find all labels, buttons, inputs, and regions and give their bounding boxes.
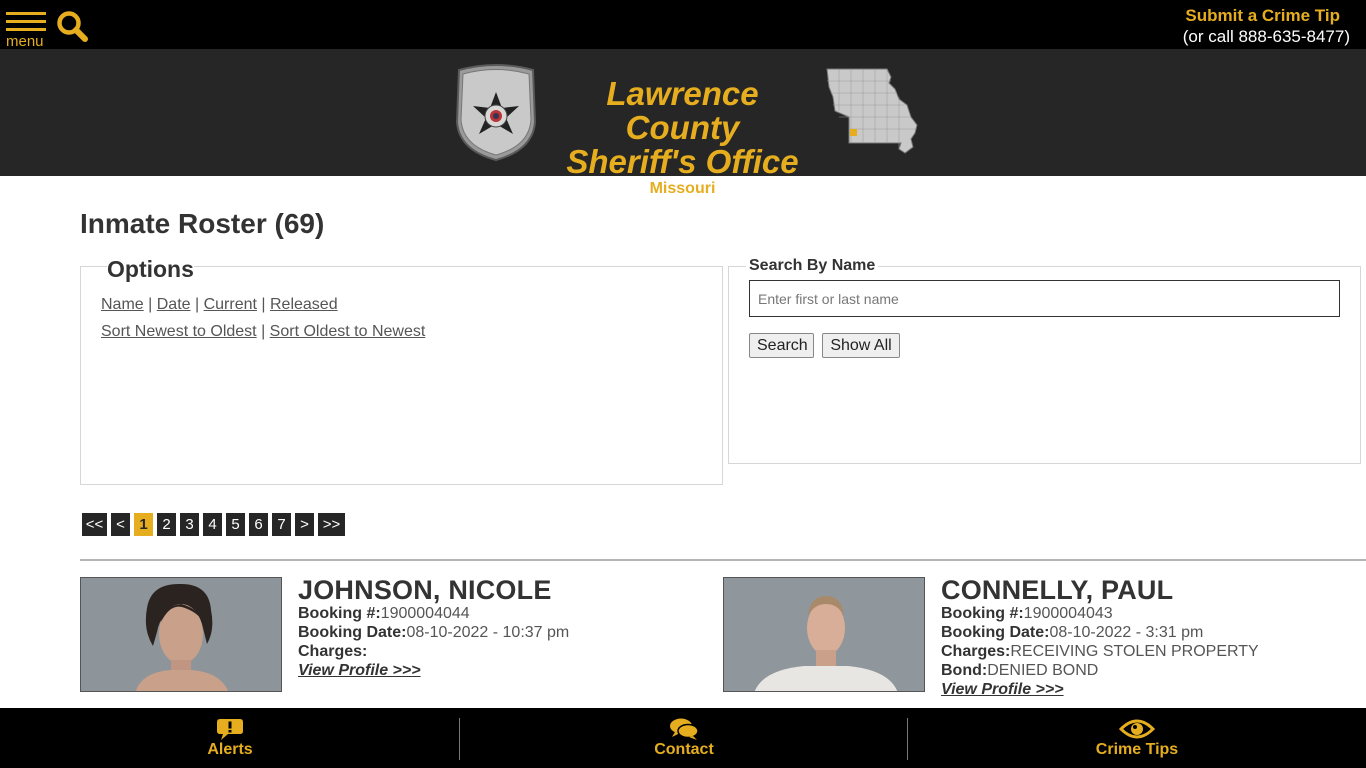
booking-date-label: Booking Date: (298, 624, 407, 641)
menu-label: menu (6, 33, 44, 50)
search-legend: Search By Name (746, 257, 879, 275)
hamburger-icon (6, 12, 46, 15)
sort-newest-link[interactable]: Sort Newest to Oldest (101, 323, 257, 340)
mugshot-image (724, 578, 924, 691)
options-legend: Options (107, 256, 194, 283)
link-separator: | (190, 296, 204, 313)
page-7[interactable]: 7 (272, 513, 291, 536)
crime-tip-phone: (or call 888-635-8477) (1182, 27, 1350, 46)
booking-date-label: Booking Date: (941, 624, 1050, 641)
page-first[interactable]: << (82, 513, 107, 536)
submit-crime-tip-link[interactable]: Submit a Crime Tip (1183, 6, 1350, 26)
booking-number: 1900004043 (1023, 605, 1113, 622)
booking-number-label: Booking #: (941, 605, 1024, 622)
link-separator: | (143, 296, 157, 313)
crime-tip-header: Submit a Crime Tip (or call 888-635-8477… (1183, 6, 1350, 48)
page-prev[interactable]: < (111, 513, 130, 536)
site-state: Missouri (649, 180, 716, 197)
top-bar: menu Submit a Crime Tip (or call 888-635… (0, 0, 1366, 50)
chat-bubbles-icon (670, 718, 699, 740)
eye-icon (1119, 719, 1155, 739)
sort-links: Sort Newest to Oldest | Sort Oldest to N… (101, 323, 425, 341)
booking-date: 08-10-2022 - 3:31 pm (1049, 624, 1204, 641)
hamburger-icon-bar (6, 28, 46, 31)
page-title: Inmate Roster (69) (80, 208, 325, 239)
sheriff-badge-logo (455, 64, 537, 162)
page-next[interactable]: > (295, 513, 314, 536)
missouri-map-icon (826, 68, 918, 154)
site-banner: Lawrence County Sheriff's Office Missour… (0, 49, 1366, 197)
inmate-photo[interactable] (723, 577, 925, 692)
site-title-line1: Lawrence County (606, 75, 759, 146)
booking-number-row: Booking #:1900004043 (941, 605, 1113, 623)
filter-released-link[interactable]: Released (270, 296, 338, 313)
charges-label: Charges: (298, 643, 368, 660)
hamburger-icon-bar (6, 20, 46, 23)
footer-alerts[interactable]: Alerts (0, 708, 460, 768)
page-1[interactable]: 1 (134, 513, 153, 536)
booking-date: 08-10-2022 - 10:37 pm (406, 624, 570, 641)
booking-date-row: Booking Date:08-10-2022 - 10:37 pm (298, 624, 569, 642)
view-profile-link[interactable]: View Profile >>> (941, 681, 1064, 699)
page-6[interactable]: 6 (249, 513, 268, 536)
page-last[interactable]: >> (318, 513, 345, 536)
site-title[interactable]: Lawrence County Sheriff's Office Missour… (545, 77, 820, 199)
inmate-photo[interactable] (80, 577, 282, 692)
link-separator: | (256, 296, 270, 313)
bond-row: Bond:DENIED BOND (941, 662, 1098, 680)
booking-date-row: Booking Date:08-10-2022 - 3:31 pm (941, 624, 1203, 642)
footer-contact-label: Contact (654, 741, 714, 758)
bond: DENIED BOND (987, 662, 1099, 679)
mugshot-image (81, 578, 281, 691)
booking-number-label: Booking #: (298, 605, 381, 622)
charges-label: Charges: (941, 643, 1011, 660)
charges-row: Charges: (298, 643, 367, 661)
name-search-input[interactable] (749, 280, 1340, 317)
inmate-name: CONNELLY, PAUL (941, 575, 1174, 605)
footer-crime-tips[interactable]: Crime Tips (908, 708, 1366, 768)
footer-crime-tips-label: Crime Tips (1095, 741, 1179, 758)
bond-label: Bond: (941, 662, 988, 679)
site-title-line2: Sheriff's Office (566, 143, 799, 180)
booking-number-row: Booking #:1900004044 (298, 605, 470, 623)
view-profile-link[interactable]: View Profile >>> (298, 662, 421, 680)
page-2[interactable]: 2 (157, 513, 176, 536)
filter-date-link[interactable]: Date (157, 296, 191, 313)
filter-name-link[interactable]: Name (101, 296, 144, 313)
search-button[interactable]: Search (749, 333, 814, 358)
link-separator: | (256, 323, 270, 340)
search-icon[interactable] (56, 10, 88, 42)
charges: RECEIVING STOLEN PROPERTY (1010, 643, 1259, 660)
inmate-name: JOHNSON, NICOLE (298, 575, 552, 605)
menu-button[interactable]: menu (6, 10, 48, 50)
booking-number: 1900004044 (380, 605, 470, 622)
charges-row: Charges:RECEIVING STOLEN PROPERTY (941, 643, 1259, 661)
filter-links: Name | Date | Current | Released (101, 296, 338, 314)
footer-alerts-label: Alerts (207, 741, 253, 758)
page-3[interactable]: 3 (180, 513, 199, 536)
divider (80, 559, 1366, 561)
footer-contact[interactable]: Contact (460, 708, 908, 768)
page-4[interactable]: 4 (203, 513, 222, 536)
footer-nav: Alerts Contact Crime Tips (0, 708, 1366, 768)
show-all-button[interactable]: Show All (822, 333, 900, 358)
sort-oldest-link[interactable]: Sort Oldest to Newest (270, 323, 426, 340)
alert-bubble-icon (217, 719, 243, 740)
page-5[interactable]: 5 (226, 513, 245, 536)
filter-current-link[interactable]: Current (204, 296, 257, 313)
